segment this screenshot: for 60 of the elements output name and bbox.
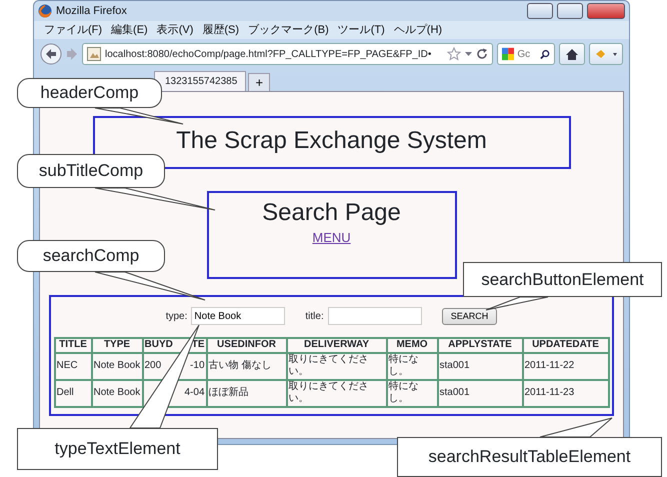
search-engine-icon[interactable] [502, 47, 514, 61]
table-cell: 200 [144, 360, 162, 373]
search-button[interactable]: SEARCH [442, 308, 498, 326]
addon-icon [594, 48, 618, 60]
callout-pointer [486, 296, 548, 310]
column-header: TYPE [104, 339, 130, 350]
new-tab-button[interactable]: + [248, 73, 270, 91]
table-cell: 4-04 [184, 387, 204, 400]
column-header: APPLYSTATE [448, 339, 512, 350]
menu-item[interactable]: ブックマーク(B) [248, 22, 329, 38]
table-cell: 特になし。 [388, 380, 418, 404]
column-header: UPDATEDATE [532, 339, 599, 350]
title-field[interactable] [328, 307, 422, 326]
home-icon [565, 48, 579, 60]
menu-item[interactable]: 編集(E) [111, 22, 148, 38]
reload-icon[interactable] [476, 48, 488, 60]
subtitle: Search Page [262, 199, 401, 228]
minimize-button[interactable] [527, 3, 553, 19]
table-cell: 特になし。 [388, 354, 418, 378]
table-cell: 取りにきてください。 [288, 354, 368, 378]
menu-item[interactable]: ファイル(F) [44, 22, 102, 38]
search-icon[interactable] [540, 48, 550, 60]
column-header: USEDINFOR [217, 339, 276, 350]
table-cell: 2011-11-22 [524, 360, 574, 372]
home-button[interactable] [559, 43, 585, 65]
callout-label: typeTextElement [17, 428, 218, 470]
table-cell: 古い物 傷なし [208, 360, 272, 372]
menu-item[interactable]: ヘルプ(H) [394, 22, 442, 38]
browser-logo-icon [38, 4, 52, 18]
title-label: title: [305, 310, 324, 324]
table-cell: Dell [56, 387, 74, 398]
type-label: type: [166, 310, 188, 324]
table-cell: sta001 [440, 360, 470, 372]
table-cell: 取りにきてください。 [288, 380, 368, 404]
menu-item[interactable]: ツール(T) [338, 22, 385, 38]
column-header: BUYD [144, 339, 173, 352]
table-cell: Note Book [94, 387, 140, 398]
menu-item[interactable]: 表示(V) [156, 22, 194, 38]
close-button[interactable] [587, 3, 625, 19]
column-header: TITLE [59, 339, 87, 350]
menu-link[interactable]: MENU [312, 228, 351, 248]
menu-item[interactable]: 履歴(S) [202, 22, 240, 38]
column-header: MEMO [396, 339, 428, 350]
table-cell: sta001 [440, 387, 470, 398]
browser-tab[interactable]: 1323155742385 [154, 71, 246, 91]
table-cell: Note Book [94, 360, 140, 372]
dropdown-icon[interactable] [465, 51, 472, 57]
star-icon[interactable] [447, 47, 461, 61]
table-cell: NEC [56, 360, 78, 372]
table-cell: -10 [190, 360, 204, 373]
back-icon[interactable] [40, 43, 62, 65]
column-header: DELIVERWAY [304, 339, 370, 350]
page-icon [87, 47, 101, 61]
table-cell: ほぼ新品 [208, 387, 248, 398]
type-field[interactable]: Note Book [191, 307, 286, 326]
window-title: Mozilla Firefox [56, 4, 127, 19]
column-header: TE [192, 339, 204, 352]
maximize-button[interactable] [557, 3, 583, 19]
callout-label: searchComp [17, 240, 165, 272]
table-cell: 2011-11-23 [524, 387, 574, 398]
